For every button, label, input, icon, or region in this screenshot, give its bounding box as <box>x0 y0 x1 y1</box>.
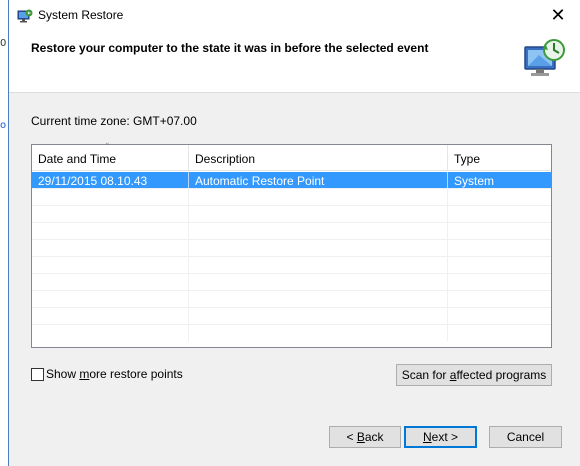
cell-date-time: 29/11/2015 08.10.43 <box>32 172 189 188</box>
empty-row <box>32 274 551 291</box>
empty-row <box>32 189 551 206</box>
empty-row <box>32 240 551 257</box>
column-header-date-time[interactable]: ˅ Date and Time <box>32 143 189 171</box>
next-button[interactable]: Next > <box>404 426 477 448</box>
column-header-type[interactable]: Type <box>448 145 551 171</box>
column-header-label: Date and Time <box>38 152 117 166</box>
background-window-link[interactable]: o <box>0 120 6 131</box>
restore-points-table: ˅ Date and Time Description Type 29/11/2… <box>31 143 552 348</box>
scan-button-label: Scan for affected programs <box>401 368 547 382</box>
page-title: Restore your computer to the state it wa… <box>31 41 429 55</box>
column-header-description[interactable]: Description <box>189 145 448 171</box>
back-button[interactable]: < Back <box>329 426 401 448</box>
table-header: ˅ Date and Time Description Type <box>32 143 551 171</box>
column-header-label: Description <box>195 152 256 166</box>
system-restore-icon <box>17 9 33 23</box>
show-more-restore-points-option[interactable]: Show more restore points <box>31 367 183 381</box>
cancel-button[interactable]: Cancel <box>489 426 562 448</box>
next-button-label: Next > <box>422 430 459 444</box>
cell-type: System <box>454 174 495 188</box>
show-more-restore-points-checkbox[interactable] <box>31 367 44 381</box>
scan-affected-programs-button[interactable]: Scan for affected programs <box>396 364 552 386</box>
show-more-restore-points-label: Show more restore points <box>46 367 183 381</box>
cancel-button-label: Cancel <box>506 430 545 444</box>
cell-description: Automatic Restore Point <box>189 172 448 188</box>
empty-row <box>32 308 551 325</box>
window-title: System Restore <box>38 8 124 22</box>
system-restore-dialog: System Restore ✕ Restore your computer t… <box>8 0 580 466</box>
close-button[interactable]: ✕ <box>535 0 580 31</box>
system-restore-monitor-icon <box>524 39 565 76</box>
close-icon: ✕ <box>550 5 566 26</box>
timezone-label: Current time zone: GMT+07.00 <box>31 114 197 128</box>
footer-divider <box>9 405 580 406</box>
sort-descending-icon: ˅ <box>105 143 110 153</box>
empty-row <box>32 257 551 274</box>
empty-row <box>32 325 551 342</box>
title-bar[interactable]: System Restore ✕ <box>9 0 580 31</box>
empty-row <box>32 223 551 240</box>
background-window-text: 0 <box>0 38 7 49</box>
header-band: Restore your computer to the state it wa… <box>9 31 580 93</box>
empty-row <box>32 291 551 308</box>
column-header-label: Type <box>454 152 481 166</box>
back-button-label: < Back <box>346 430 384 444</box>
table-row[interactable]: 29/11/2015 08.10.43 Automatic Restore Po… <box>32 172 551 189</box>
empty-row <box>32 206 551 223</box>
